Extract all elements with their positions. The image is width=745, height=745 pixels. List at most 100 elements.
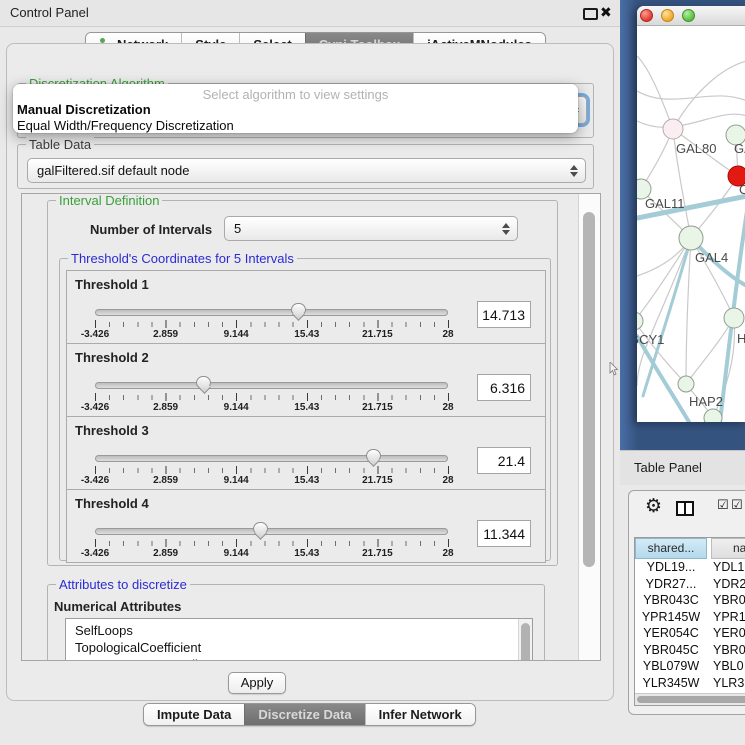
list-item[interactable]: SelfLoops — [66, 619, 532, 639]
table-row[interactable]: YBL079WYBL0 — [635, 658, 745, 675]
columns-icon[interactable] — [676, 501, 694, 516]
network-canvas[interactable]: GAL80 GA C GAL11 GAL4 GCY1 H HAP2 — [637, 26, 745, 422]
num-intervals-label: Number of Intervals — [90, 222, 212, 237]
node-label-gcy1: GCY1 — [637, 332, 664, 347]
node-label-gal80: GAL80 — [676, 141, 716, 156]
node-label-h: H — [737, 331, 745, 346]
network-window-titlebar[interactable] — [637, 6, 745, 26]
control-panel-titlebar: Control Panel ✖ — [0, 0, 620, 27]
column-header-shared-name[interactable]: shared... — [635, 538, 707, 559]
node-gcy1[interactable] — [637, 312, 643, 330]
table-row[interactable]: YER054CYER0 — [635, 625, 745, 642]
tab-discretize-data[interactable]: Discretize Data — [244, 704, 364, 725]
table-row[interactable]: YBR045CYBR0 — [635, 642, 745, 659]
threshold-3-slider[interactable]: -3.4262.8599.14415.4321.71528 — [95, 451, 448, 489]
column-header-name[interactable]: na — [711, 538, 745, 559]
table-panel-title: Table Panel — [634, 460, 702, 475]
threshold-1-value-field[interactable] — [477, 301, 531, 328]
threshold-panel-1: Threshold 1 -3.4262.8599.14415.4321.7152… — [66, 270, 546, 344]
gear-icon[interactable]: ⚙ — [645, 495, 662, 518]
mouse-cursor — [609, 362, 619, 376]
table-row[interactable]: YDR27...YDR2 — [635, 576, 745, 593]
list-item[interactable]: BetweennessCentrality — [66, 656, 532, 661]
slider-thumb[interactable] — [253, 522, 268, 534]
table-row[interactable]: YPR145WYPR1 — [635, 609, 745, 626]
zoom-traffic-light-icon[interactable] — [682, 9, 695, 22]
table-data-group: Table Data galFiltered.sif default node — [17, 144, 594, 189]
scrollbar-thumb[interactable] — [583, 212, 595, 567]
list-item[interactable]: TopologicalCoefficient — [66, 639, 532, 656]
threshold-2-slider[interactable]: -3.4262.8599.14415.4321.71528 — [95, 378, 448, 416]
close-icon[interactable]: ✖ — [600, 4, 612, 21]
node-hap2[interactable] — [678, 376, 694, 392]
table-rows: YDL19...YDL1 YDR27...YDR2 YBR043CYBR0 YP… — [635, 559, 745, 705]
threshold-panel-3: Threshold 3 -3.4262.8599.14415.4321.7152… — [66, 416, 546, 490]
node-label-ga: GA — [734, 141, 745, 156]
threshold-panel-4: Threshold 4 -3.4262.8599.14415.4321.7152… — [66, 489, 546, 563]
table-data-combobox[interactable]: galFiltered.sif default node — [27, 158, 586, 183]
table-data-group-title: Table Data — [26, 137, 94, 152]
threshold-4-value-field[interactable] — [477, 520, 531, 547]
numerical-attributes-label: Numerical Attributes — [54, 599, 181, 614]
checkbox-select-icon[interactable]: ☑ — [717, 497, 729, 513]
combo-arrows-icon — [570, 165, 578, 177]
node-table: shared... na YDL19...YDL1 YDR27...YDR2 Y… — [634, 537, 745, 706]
list-scrollbar[interactable] — [518, 619, 532, 661]
interval-definition-group: Interval Definition Number of Intervals … — [47, 200, 558, 566]
table-row[interactable]: YDL19...YDL1 — [635, 559, 745, 576]
threshold-4-slider[interactable]: -3.4262.8599.14415.4321.71528 — [95, 524, 448, 562]
close-traffic-light-icon[interactable] — [640, 9, 653, 22]
table-row[interactable]: YBR043CYBR0 — [635, 592, 745, 609]
slider-thumb[interactable] — [291, 303, 306, 315]
node-table-container: ⚙ ☑ ☑ shared... na YDL19...YDL1 YDR27...… — [628, 490, 745, 715]
threshold-1-slider[interactable]: -3.4262.8599.14415.4321.71528 — [95, 305, 448, 343]
node-label-c: C — [739, 182, 745, 197]
scrollbar-thumb[interactable] — [637, 696, 745, 703]
minimize-traffic-light-icon[interactable] — [661, 9, 674, 22]
node-gal80[interactable] — [663, 119, 683, 139]
bottom-tab-bar: Impute Data Discretize Data Infer Networ… — [143, 703, 476, 726]
table-panel-body: ⚙ ☑ ☑ shared... na YDL19...YDL1 YDR27...… — [620, 485, 745, 745]
slider-track[interactable] — [95, 309, 448, 316]
apply-button[interactable]: Apply — [228, 672, 286, 694]
table-header-row: shared... na — [635, 538, 745, 559]
slider-track[interactable] — [95, 528, 448, 535]
node-h[interactable] — [724, 308, 744, 328]
network-view-window: GAL80 GA C GAL11 GAL4 GCY1 H HAP2 — [637, 6, 745, 422]
slider-track[interactable] — [95, 382, 448, 389]
dropdown-option-equal-width[interactable]: Equal Width/Frequency Discretization — [13, 118, 578, 133]
network-desktop: GAL80 GA C GAL11 GAL4 GCY1 H HAP2 — [620, 0, 745, 450]
node-bottom[interactable] — [704, 409, 722, 422]
dropdown-option-manual[interactable]: Manual Discretization — [13, 102, 578, 118]
table-row[interactable]: YLR345WYLR3 — [635, 675, 745, 692]
slider-track[interactable] — [95, 455, 448, 462]
dropdown-prompt: Select algorithm to view settings — [13, 87, 578, 102]
thresholds-group: Threshold's Coordinates for 5 Intervals … — [59, 258, 551, 561]
cyni-toolbox-panel: Discretization Algorithm Table Data galF… — [6, 43, 614, 701]
table-toolbar: ⚙ ☑ ☑ — [629, 491, 745, 535]
tab-impute-data[interactable]: Impute Data — [144, 704, 244, 725]
attributes-list: SelfLoops TopologicalCoefficient Between… — [65, 618, 533, 661]
checkbox-select-all-icon[interactable]: ☑ — [731, 497, 743, 513]
threshold-panel-2: Threshold 2 -3.4262.8599.14415.4321.7152… — [66, 343, 546, 417]
num-intervals-combobox[interactable]: 5 — [224, 216, 518, 241]
tab-infer-network[interactable]: Infer Network — [365, 704, 475, 725]
float-window-icon[interactable] — [583, 8, 598, 20]
threshold-2-value-field[interactable] — [477, 374, 531, 401]
settings-scroll-area: Interval Definition Number of Intervals … — [21, 193, 601, 661]
combo-arrows-icon — [502, 223, 510, 235]
node-label-gal4: GAL4 — [695, 250, 728, 265]
node-gal4[interactable] — [679, 226, 703, 250]
slider-thumb[interactable] — [366, 449, 381, 461]
threshold-3-value-field[interactable] — [477, 447, 531, 474]
table-horizontal-scrollbar[interactable] — [635, 693, 745, 705]
attributes-group: Attributes to discretize Numerical Attri… — [47, 584, 545, 661]
slider-thumb[interactable] — [196, 376, 211, 388]
node-label-gal11: GAL11 — [645, 196, 685, 211]
attributes-group-title: Attributes to discretize — [56, 577, 190, 592]
control-panel: Control Panel ✖ Network Style Select Cyn… — [0, 0, 620, 745]
interval-group-title: Interval Definition — [56, 193, 162, 208]
app-root: Control Panel ✖ Network Style Select Cyn… — [0, 0, 745, 745]
main-scrollbar[interactable] — [578, 194, 600, 660]
table-panel-titlebar: Table Panel — [620, 450, 745, 485]
